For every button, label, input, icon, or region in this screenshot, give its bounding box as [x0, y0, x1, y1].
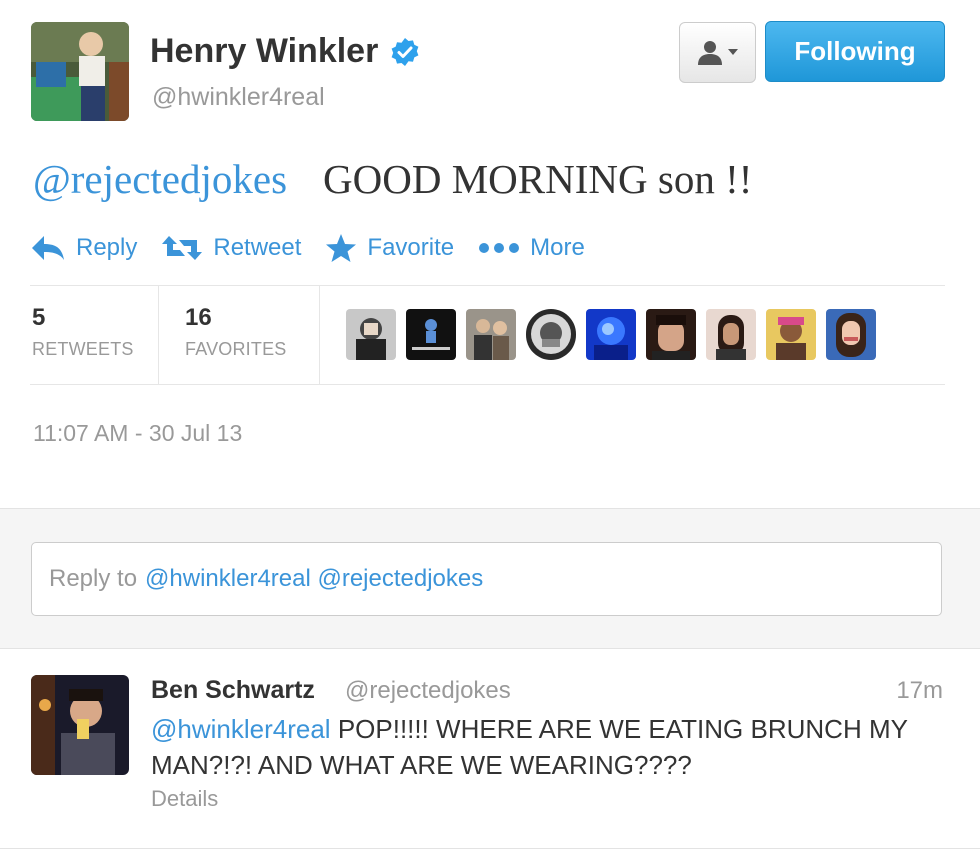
reply-arrow-icon — [32, 236, 64, 260]
following-button[interactable]: Following — [765, 21, 945, 82]
author-name-text[interactable]: Henry Winkler — [150, 32, 378, 71]
reply-area: Reply to @hwinkler4real @rejectedjokes — [0, 508, 980, 649]
reply-author-name[interactable]: Ben Schwartz — [151, 676, 315, 705]
reply-mention-link[interactable]: @hwinkler4real — [151, 714, 331, 744]
tweet-stats: 5 RETWEETS 16 FAVORITES — [30, 286, 945, 384]
author-handle[interactable]: @hwinkler4real — [152, 83, 325, 112]
reply-text: @hwinkler4real POP!!!!! WHERE ARE WE EAT… — [151, 711, 941, 783]
verified-badge-icon — [391, 37, 419, 66]
user-actions-dropdown-button[interactable] — [679, 22, 756, 83]
divider — [30, 384, 945, 385]
tweet-timestamp[interactable]: 11:07 AM - 30 Jul 13 — [33, 420, 242, 447]
reply-author-handle[interactable]: @rejectedjokes — [345, 677, 511, 705]
tweet-text: @rejectedjokes GOOD MORNING son !! — [33, 155, 752, 203]
favoriter-avatar[interactable] — [526, 309, 576, 360]
favorite-label[interactable]: Favorite — [367, 234, 454, 262]
retweets-stat[interactable]: 5 RETWEETS — [30, 286, 158, 384]
favoriter-avatar[interactable] — [406, 309, 456, 360]
favorites-label[interactable]: FAVORITES — [185, 339, 287, 360]
reply-action[interactable]: Reply — [30, 234, 137, 262]
reply-details-link[interactable]: Details — [151, 786, 218, 812]
favoriter-avatar[interactable] — [466, 309, 516, 360]
tweet-detail: Henry Winkler @hwinkler4real Following @… — [0, 0, 980, 508]
favorite-action[interactable]: Favorite — [325, 233, 454, 263]
favorites-stat[interactable]: 16 FAVORITES — [159, 286, 319, 384]
favoriter-avatar[interactable] — [646, 309, 696, 360]
reply-input-prefix[interactable]: Reply to — [49, 565, 137, 593]
retweets-label[interactable]: RETWEETS — [32, 339, 134, 360]
tweet-mention-link[interactable]: @rejectedjokes — [33, 156, 287, 202]
retweets-count[interactable]: 5 — [32, 304, 45, 332]
stats-separator — [319, 286, 320, 384]
retweet-icon — [162, 236, 203, 260]
reply-input-mentions[interactable]: @hwinkler4real @rejectedjokes — [145, 565, 483, 593]
reply-time[interactable]: 17m — [896, 677, 943, 705]
more-dots-icon — [479, 243, 520, 253]
reply-tweet[interactable]: Ben Schwartz @rejectedjokes 17m @hwinkle… — [0, 649, 980, 849]
retweet-action[interactable]: Retweet — [161, 234, 301, 262]
favoriter-avatar[interactable] — [766, 309, 816, 360]
more-action[interactable]: More — [478, 234, 585, 262]
favorites-count[interactable]: 16 — [185, 304, 212, 332]
more-label[interactable]: More — [530, 234, 585, 262]
author-name[interactable]: Henry Winkler — [150, 32, 420, 71]
reply-input[interactable]: Reply to @hwinkler4real @rejectedjokes — [31, 542, 942, 616]
star-icon — [326, 234, 357, 262]
person-dropdown-icon — [697, 40, 738, 65]
reply-author-avatar[interactable] — [31, 675, 129, 775]
reply-label[interactable]: Reply — [76, 234, 137, 262]
author-avatar[interactable] — [31, 22, 129, 121]
favoriters-avatars — [346, 309, 886, 360]
favoriter-avatar[interactable] — [706, 309, 756, 360]
tweet-body: GOOD MORNING son !! — [323, 156, 753, 202]
favoriter-avatar[interactable] — [586, 309, 636, 360]
favoriter-avatar[interactable] — [346, 309, 396, 360]
tweet-actions: Reply Retweet Favorite More — [30, 227, 609, 269]
retweet-label[interactable]: Retweet — [213, 234, 301, 262]
favoriter-avatar[interactable] — [826, 309, 876, 360]
